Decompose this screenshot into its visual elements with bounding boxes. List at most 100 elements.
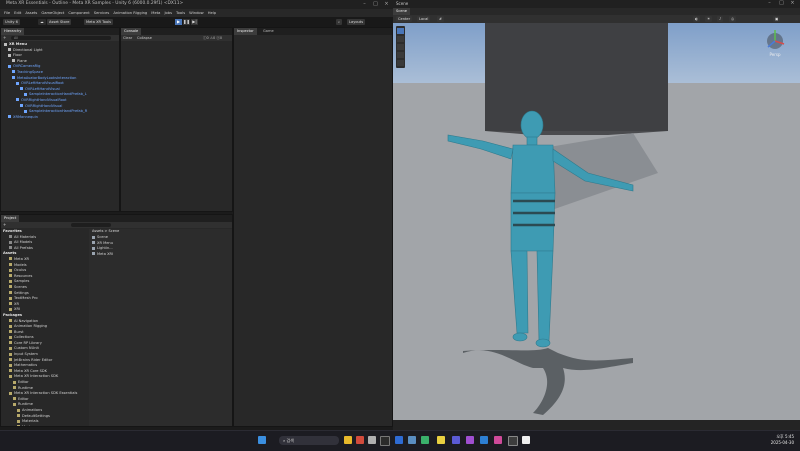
project-file-label: Meta XRI bbox=[97, 251, 114, 256]
visual-studio-icon[interactable] bbox=[466, 436, 474, 444]
pivot-local-dropdown[interactable]: Local bbox=[417, 16, 431, 22]
hierarchy-item-label: Directional Light bbox=[13, 47, 43, 52]
menu-item-meta[interactable]: Meta bbox=[151, 9, 160, 17]
chrome-icon[interactable] bbox=[356, 436, 364, 444]
account-button[interactable]: Unity 6 bbox=[3, 19, 20, 25]
terminal-icon[interactable] bbox=[508, 436, 518, 446]
cloud-icon[interactable]: ☁ bbox=[38, 19, 46, 25]
menu-item-animation-rigging[interactable]: Animation Rigging bbox=[113, 9, 147, 17]
step-icon[interactable]: ▶| bbox=[191, 19, 198, 25]
asset-store-button[interactable]: Asset Store bbox=[47, 19, 72, 25]
scene-maximize-icon[interactable]: □ bbox=[777, 0, 786, 7]
hierarchy-item[interactable]: XRMannequin bbox=[1, 115, 119, 121]
layouts-dropdown[interactable]: Layouts bbox=[347, 19, 366, 25]
menu-item-edit[interactable]: Edit bbox=[14, 9, 21, 17]
unity-hub-icon[interactable] bbox=[368, 436, 376, 444]
scene-close-icon[interactable]: × bbox=[788, 0, 797, 7]
add-icon[interactable]: + bbox=[3, 36, 8, 40]
hierarchy-item-label: Floor bbox=[13, 53, 22, 58]
view-mode-label: Persp bbox=[770, 52, 781, 57]
wall-block bbox=[485, 23, 668, 131]
gameobject-icon bbox=[24, 109, 27, 113]
project-tree-item-label: Input System bbox=[14, 352, 38, 357]
project-tree-item-label: All Prefabs bbox=[14, 245, 33, 250]
audio-icon[interactable]: ♪ bbox=[717, 16, 724, 22]
app-icon[interactable] bbox=[494, 436, 502, 444]
menu-item-tools[interactable]: Tools bbox=[176, 9, 185, 17]
menu-item-gameobject[interactable]: GameObject bbox=[41, 9, 64, 17]
meta-xr-tools-button[interactable]: Meta XR Tools bbox=[84, 19, 114, 25]
menu-item-component[interactable]: Component bbox=[68, 9, 89, 17]
project-search-input[interactable] bbox=[71, 223, 111, 227]
tab-game[interactable]: Game bbox=[260, 28, 277, 35]
maximize-icon[interactable]: □ bbox=[371, 1, 380, 8]
menu-item-window[interactable]: Window bbox=[189, 9, 204, 17]
scene-tool-strip[interactable] bbox=[396, 26, 405, 68]
console-collapse-button[interactable]: Collapse bbox=[137, 35, 152, 41]
gameobject-icon bbox=[20, 104, 23, 108]
console-tabbar: Console bbox=[121, 28, 232, 35]
taskbar-search-input[interactable]: ⌕ 검색 bbox=[279, 436, 339, 445]
settings-icon[interactable] bbox=[408, 436, 416, 444]
mannequin-right-foot bbox=[535, 338, 551, 348]
menu-item-services[interactable]: Services bbox=[94, 9, 110, 17]
tab-inspector[interactable]: Inspector bbox=[234, 28, 257, 35]
hierarchy-item-label: TrackingSpace bbox=[17, 69, 43, 74]
project-breadcrumb[interactable]: Assets > Scene bbox=[92, 229, 119, 234]
grid-icon[interactable]: # bbox=[437, 16, 445, 22]
lighting-icon[interactable]: ☀ bbox=[705, 16, 713, 22]
search-icon[interactable]: ⌕ bbox=[336, 19, 343, 25]
another-app-icon[interactable] bbox=[522, 436, 530, 444]
draw-mode-icon[interactable]: ◐ bbox=[693, 16, 701, 22]
tab-console[interactable]: Console bbox=[121, 28, 142, 35]
minimize-icon[interactable]: – bbox=[360, 1, 369, 8]
project-tree-item-label: Mathematics bbox=[14, 363, 38, 368]
project-tree-item-label: Editor bbox=[18, 380, 29, 385]
project-tree-item[interactable]: Meta XR Interaction SDK Essentials bbox=[1, 391, 87, 397]
pause-icon[interactable]: ❚❚ bbox=[183, 19, 190, 25]
scene-file-icon bbox=[92, 235, 95, 239]
mannequin-neck bbox=[526, 136, 538, 146]
console-clear-button[interactable]: Clear bbox=[123, 35, 132, 41]
scene-minimize-icon[interactable]: – bbox=[765, 0, 774, 7]
close-icon[interactable]: × bbox=[382, 1, 391, 8]
gameobject-icon bbox=[8, 48, 11, 52]
hierarchy-tabbar: Hierarchy bbox=[1, 28, 119, 35]
project-file-item[interactable]: Meta XRI bbox=[92, 252, 132, 258]
teams-icon[interactable] bbox=[452, 436, 460, 444]
tab-project[interactable]: Project bbox=[1, 215, 20, 222]
scene-viewport[interactable]: Persp bbox=[393, 23, 800, 420]
mannequin-torso bbox=[510, 144, 556, 194]
folder-icon bbox=[9, 285, 12, 289]
gameobject-icon bbox=[8, 53, 11, 57]
menu-item-help[interactable]: Help bbox=[208, 9, 216, 17]
menu-item-assets[interactable]: Assets bbox=[25, 9, 37, 17]
pivot-center-dropdown[interactable]: Center bbox=[396, 16, 413, 22]
gameobject-icon bbox=[12, 59, 15, 63]
gizmos-icon[interactable]: ◎ bbox=[729, 16, 737, 22]
tab-scene[interactable]: Scene bbox=[393, 8, 410, 15]
word-icon[interactable] bbox=[395, 436, 403, 444]
unity-icon[interactable] bbox=[380, 436, 390, 446]
camera-icon[interactable]: ▣ bbox=[773, 16, 781, 22]
folder-icon bbox=[9, 268, 12, 272]
file-explorer-icon[interactable] bbox=[344, 436, 352, 444]
vscode-icon[interactable] bbox=[480, 436, 488, 444]
play-icon[interactable]: ▶ bbox=[175, 19, 182, 25]
system-clock[interactable]: 오후 5:45 2025-04-30 bbox=[771, 434, 794, 446]
kakaotalk-icon[interactable] bbox=[437, 436, 445, 444]
scene-file-icon bbox=[92, 241, 95, 245]
folder-icon bbox=[9, 274, 12, 278]
menu-item-jobs[interactable]: Jobs bbox=[164, 9, 172, 17]
menu-item-file[interactable]: File bbox=[4, 9, 10, 17]
folder-icon bbox=[9, 374, 12, 378]
inspector-panel: Inspector Game bbox=[233, 27, 393, 427]
project-tree-item[interactable]: Meshes bbox=[1, 425, 87, 426]
start-icon[interactable] bbox=[258, 436, 266, 444]
spreadsheet-icon[interactable] bbox=[421, 436, 429, 444]
tab-hierarchy[interactable]: Hierarchy bbox=[1, 28, 25, 35]
console-info-icon[interactable]: ⓘ0 ⚠0 ⓧ0 bbox=[203, 35, 222, 41]
project-add-icon[interactable]: + bbox=[3, 222, 6, 228]
hierarchy-search-input[interactable]: All bbox=[11, 36, 111, 40]
project-tree-item-label: Meta XR bbox=[14, 256, 30, 261]
